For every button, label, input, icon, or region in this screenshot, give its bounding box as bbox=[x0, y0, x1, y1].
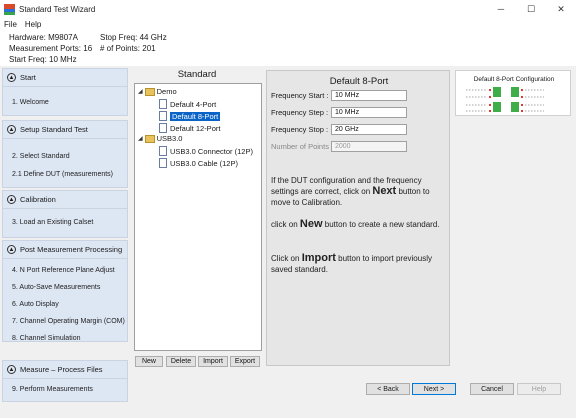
section-calibration: ▲ Calibration 3. Load an Existing Calset bbox=[2, 190, 128, 238]
menu-file[interactable]: File bbox=[0, 20, 21, 29]
help-import: Click on Import button to import previou… bbox=[271, 252, 432, 275]
step-define-dut[interactable]: 2.1 Define DUT (measurements) bbox=[12, 171, 113, 178]
expand-triangle-icon[interactable]: ◢ bbox=[138, 135, 143, 142]
document-icon bbox=[159, 99, 167, 109]
detail-title: Default 8-Port bbox=[329, 76, 389, 87]
chevron-up-icon: ▲ bbox=[7, 125, 16, 134]
maximize-button[interactable]: ☐ bbox=[516, 0, 546, 18]
document-icon bbox=[159, 111, 167, 121]
help-new: click on New button to create a new stan… bbox=[271, 218, 440, 230]
expand-triangle-icon[interactable]: ◢ bbox=[138, 88, 143, 95]
close-button[interactable]: ✕ bbox=[546, 0, 576, 18]
section-calibration-header[interactable]: ▲ Calibration bbox=[3, 191, 127, 209]
export-button[interactable]: Export bbox=[230, 356, 260, 367]
ports-label: Measurement Ports: 16 bbox=[9, 44, 93, 53]
tree-folder-usb[interactable]: ◢ USB3.0 bbox=[138, 134, 182, 143]
section-measure: ▲ Measure – Process Files 9. Perform Meas… bbox=[2, 360, 128, 402]
section-start: ▲ Start 1. Welcome bbox=[2, 68, 128, 116]
menu-bar: File Help bbox=[0, 18, 576, 30]
step-com[interactable]: 7. Channel Operating Margin (COM) bbox=[12, 318, 125, 325]
standard-heading: Standard bbox=[177, 69, 217, 80]
step-perform-measurements[interactable]: 9. Perform Measurements bbox=[12, 386, 93, 393]
step-welcome[interactable]: 1. Welcome bbox=[12, 99, 49, 106]
document-icon bbox=[159, 146, 167, 156]
document-icon bbox=[159, 123, 167, 133]
help-next: If the DUT configuration and the frequen… bbox=[271, 176, 430, 207]
back-button[interactable]: < Back bbox=[366, 383, 410, 395]
chevron-up-icon: ▲ bbox=[7, 245, 16, 254]
tree-item[interactable]: USB3.0 Cable (12P) bbox=[159, 158, 238, 168]
delete-button[interactable]: Delete bbox=[166, 356, 196, 367]
points-input: 2000 bbox=[331, 141, 407, 152]
section-setup-header[interactable]: ▲ Setup Standard Test bbox=[3, 121, 127, 139]
section-measure-header[interactable]: ▲ Measure – Process Files bbox=[3, 361, 127, 379]
import-button[interactable]: Import bbox=[198, 356, 228, 367]
menu-help[interactable]: Help bbox=[21, 20, 45, 29]
configuration-diagram: Default 8-Port Configuration bbox=[455, 70, 571, 116]
section-post-processing: ▲ Post Measurement Processing 4. N Port R… bbox=[2, 240, 128, 342]
cancel-button[interactable]: Cancel bbox=[470, 383, 514, 395]
next-button[interactable]: Next > bbox=[412, 383, 456, 395]
title-bar: Standard Test Wizard ─ ☐ ✕ bbox=[0, 0, 576, 18]
step-select-standard[interactable]: 2. Select Standard bbox=[12, 153, 70, 160]
chevron-up-icon: ▲ bbox=[7, 365, 16, 374]
stop-freq-label: Stop Freq: 44 GHz bbox=[100, 33, 167, 42]
step-auto-display[interactable]: 6. Auto Display bbox=[12, 301, 59, 308]
points-label: # of Points: 201 bbox=[100, 44, 156, 53]
minimize-button[interactable]: ─ bbox=[486, 0, 516, 18]
step-load-calset[interactable]: 3. Load an Existing Calset bbox=[12, 219, 93, 226]
window-title: Standard Test Wizard bbox=[19, 4, 96, 14]
section-setup: ▲ Setup Standard Test 2. Select Standard … bbox=[2, 120, 128, 188]
wizard-sidebar: ▲ Start 1. Welcome ▲ Setup Standard Test 2… bbox=[0, 66, 130, 418]
step-reference-plane[interactable]: 4. N Port Reference Plane Adjust bbox=[12, 267, 115, 274]
tree-item[interactable]: USB3.0 Connector (12P) bbox=[159, 146, 253, 156]
hardware-label: Hardware: M9807A bbox=[9, 33, 78, 42]
tree-item-selected[interactable]: Default 8-Port bbox=[159, 111, 221, 121]
tree-item[interactable]: Default 4-Port bbox=[159, 99, 216, 109]
port-diagram bbox=[466, 87, 544, 113]
section-post-processing-header[interactable]: ▲ Post Measurement Processing bbox=[3, 241, 127, 259]
freq-start-input[interactable]: 10 MHz bbox=[331, 90, 407, 101]
step-auto-save[interactable]: 5. Auto-Save Measurements bbox=[12, 284, 100, 291]
standard-tree: ◢ Demo Default 4-Port Default 8-Port Defa… bbox=[134, 83, 262, 351]
step-channel-sim[interactable]: 8. Channel Simulation bbox=[12, 335, 81, 342]
help-button: Help bbox=[517, 383, 561, 395]
freq-step-input[interactable]: 10 MHz bbox=[331, 107, 407, 118]
new-button[interactable]: New bbox=[135, 356, 163, 367]
start-freq-label: Start Freq: 10 MHz bbox=[9, 55, 77, 64]
chevron-up-icon: ▲ bbox=[7, 73, 16, 82]
freq-stop-label: Frequency Stop : bbox=[271, 125, 329, 134]
folder-icon bbox=[144, 87, 155, 96]
freq-start-label: Frequency Start : bbox=[271, 91, 329, 100]
standard-detail-panel: Default 8-Port Frequency Start : 10 MHz … bbox=[266, 70, 450, 366]
app-icon bbox=[4, 3, 15, 15]
freq-step-label: Frequency Step : bbox=[271, 108, 329, 117]
tree-item[interactable]: Default 12-Port bbox=[159, 123, 220, 133]
section-start-header[interactable]: ▲ Start bbox=[3, 69, 127, 87]
chevron-up-icon: ▲ bbox=[7, 195, 16, 204]
standard-panel: Standard ◢ Demo Default 4-Port Default 8-… bbox=[132, 66, 262, 366]
folder-icon bbox=[144, 134, 155, 143]
hardware-info: Hardware: M9807A Measurement Ports: 16 S… bbox=[0, 30, 576, 66]
tree-folder-demo[interactable]: ◢ Demo bbox=[138, 87, 177, 96]
document-icon bbox=[159, 158, 167, 168]
freq-stop-input[interactable]: 20 GHz bbox=[331, 124, 407, 135]
points-label: Number of Points : bbox=[271, 142, 334, 151]
